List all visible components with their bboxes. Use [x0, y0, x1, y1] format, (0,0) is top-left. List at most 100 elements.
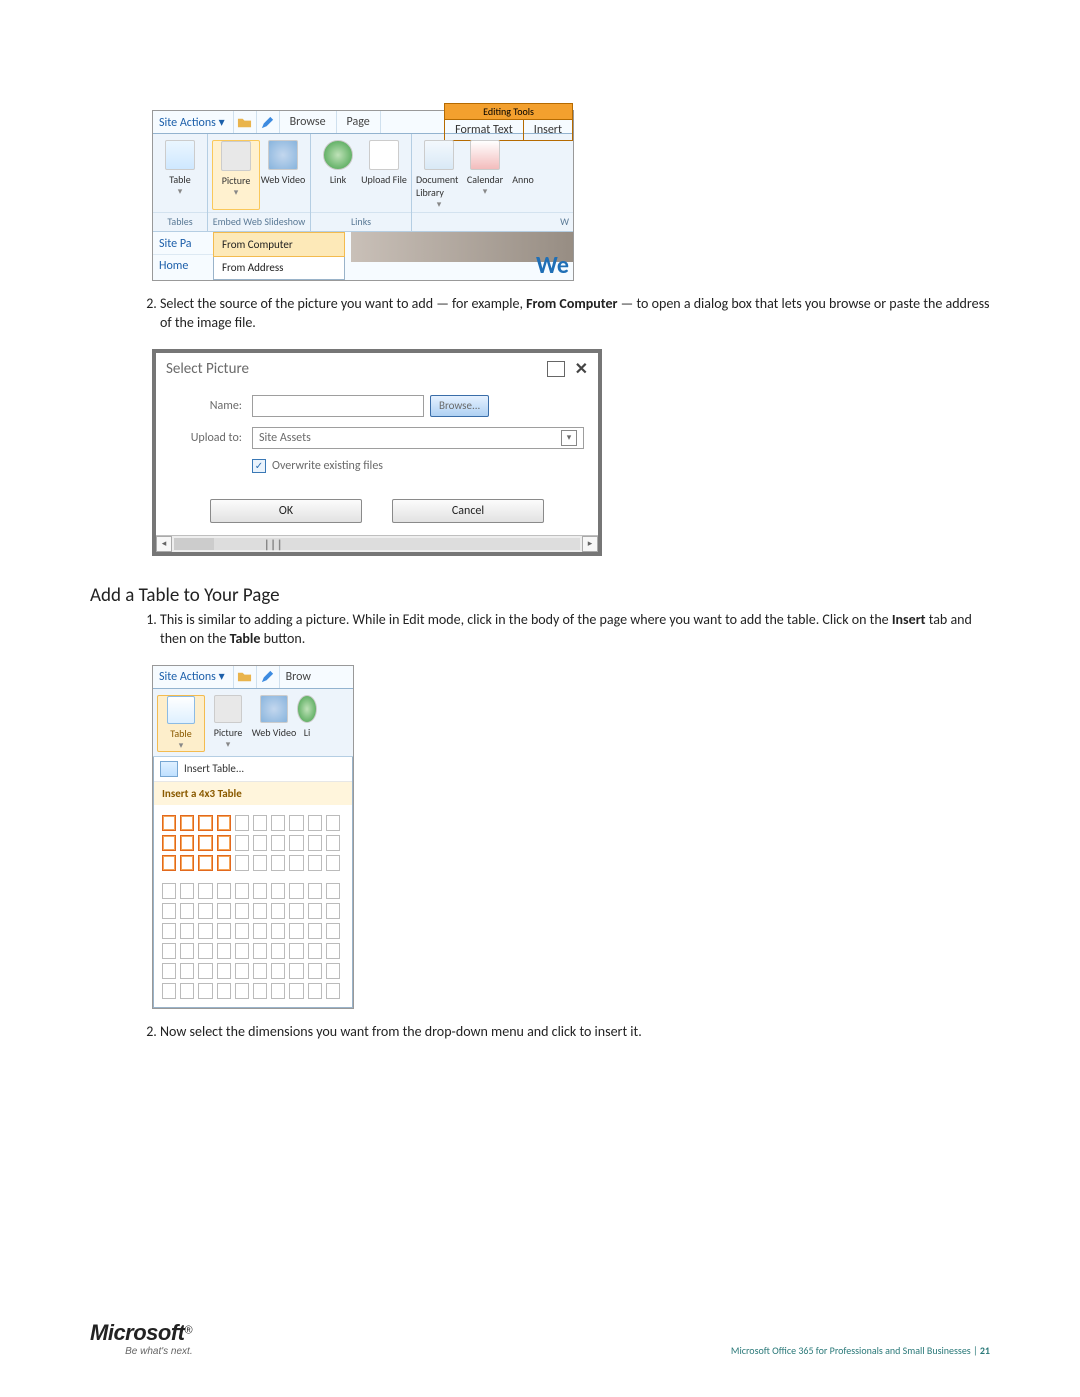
- grid-cell[interactable]: [308, 855, 322, 871]
- grid-cell[interactable]: [198, 963, 212, 979]
- horizontal-scrollbar[interactable]: ◂ ┃┃┃ ▸: [156, 535, 598, 552]
- grid-cell[interactable]: [235, 855, 249, 871]
- grid-cell[interactable]: [308, 883, 322, 899]
- grid-cell[interactable]: [217, 835, 231, 851]
- upload-to-select[interactable]: Site Assets ▾: [252, 427, 584, 449]
- grid-cell[interactable]: [162, 815, 176, 831]
- grid-cell[interactable]: [198, 835, 212, 851]
- scroll-left-icon[interactable]: ◂: [156, 536, 172, 552]
- grid-cell[interactable]: [235, 943, 249, 959]
- grid-cell[interactable]: [326, 943, 340, 959]
- grid-cell[interactable]: [253, 963, 267, 979]
- grid-cell[interactable]: [253, 943, 267, 959]
- grid-cell[interactable]: [180, 815, 194, 831]
- grid-cell[interactable]: [198, 815, 212, 831]
- grid-cell[interactable]: [253, 923, 267, 939]
- grid-cell[interactable]: [253, 855, 267, 871]
- menu-from-address[interactable]: From Address: [214, 256, 344, 279]
- grid-cell[interactable]: [289, 815, 303, 831]
- grid-cell[interactable]: [235, 883, 249, 899]
- grid-cell[interactable]: [162, 855, 176, 871]
- ok-button[interactable]: OK: [210, 499, 362, 523]
- grid-cell[interactable]: [326, 855, 340, 871]
- folder-icon[interactable]: [234, 111, 257, 133]
- grid-cell[interactable]: [308, 923, 322, 939]
- grid-cell[interactable]: [289, 983, 303, 999]
- overwrite-checkbox[interactable]: ✓: [252, 459, 266, 473]
- grid-cell[interactable]: [289, 963, 303, 979]
- grid-cell[interactable]: [217, 963, 231, 979]
- grid-cell[interactable]: [235, 835, 249, 851]
- grid-cell[interactable]: [326, 923, 340, 939]
- cancel-button[interactable]: Cancel: [392, 499, 544, 523]
- grid-cell[interactable]: [271, 815, 285, 831]
- grid-cell[interactable]: [217, 903, 231, 919]
- grid-cell[interactable]: [235, 815, 249, 831]
- grid-cell[interactable]: [289, 883, 303, 899]
- grid-cell[interactable]: [198, 855, 212, 871]
- tab-page[interactable]: Page: [337, 111, 381, 133]
- grid-cell[interactable]: [162, 883, 176, 899]
- calendar-button[interactable]: Calendar▾: [462, 140, 508, 210]
- document-library-button[interactable]: Document Library▾: [416, 140, 462, 210]
- insert-table-menu-item[interactable]: Insert Table...: [154, 757, 352, 782]
- grid-cell[interactable]: [289, 903, 303, 919]
- grid-cell[interactable]: [217, 983, 231, 999]
- grid-cell[interactable]: [198, 943, 212, 959]
- grid-cell[interactable]: [308, 983, 322, 999]
- close-icon[interactable]: ✕: [575, 359, 588, 379]
- grid-cell[interactable]: [271, 923, 285, 939]
- grid-cell[interactable]: [271, 835, 285, 851]
- tab-browse[interactable]: Browse: [280, 111, 337, 133]
- grid-cell[interactable]: [162, 963, 176, 979]
- picture-button[interactable]: Picture▾: [212, 140, 260, 210]
- tab-browse-2[interactable]: Brow: [280, 670, 317, 684]
- grid-cell[interactable]: [308, 963, 322, 979]
- grid-cell[interactable]: [162, 835, 176, 851]
- grid-cell[interactable]: [217, 855, 231, 871]
- grid-cell[interactable]: [198, 903, 212, 919]
- grid-cell[interactable]: [235, 983, 249, 999]
- grid-cell[interactable]: [289, 923, 303, 939]
- link-button-2[interactable]: Li: [297, 695, 317, 752]
- grid-cell[interactable]: [326, 983, 340, 999]
- grid-cell[interactable]: [253, 983, 267, 999]
- edit-icon[interactable]: [257, 666, 280, 688]
- grid-cell[interactable]: [217, 883, 231, 899]
- grid-cell[interactable]: [326, 903, 340, 919]
- grid-cell[interactable]: [235, 903, 249, 919]
- grid-cell[interactable]: [235, 923, 249, 939]
- grid-cell[interactable]: [180, 835, 194, 851]
- grid-cell[interactable]: [198, 923, 212, 939]
- grid-cell[interactable]: [180, 903, 194, 919]
- grid-cell[interactable]: [180, 963, 194, 979]
- grid-cell[interactable]: [326, 815, 340, 831]
- grid-cell[interactable]: [326, 963, 340, 979]
- grid-cell[interactable]: [289, 943, 303, 959]
- grid-cell[interactable]: [162, 923, 176, 939]
- grid-cell[interactable]: [253, 835, 267, 851]
- grid-cell[interactable]: [271, 963, 285, 979]
- maximize-icon[interactable]: [547, 361, 565, 377]
- edit-icon[interactable]: [257, 111, 280, 133]
- announcements-button[interactable]: Anno: [508, 140, 538, 210]
- grid-cell[interactable]: [308, 815, 322, 831]
- grid-cell[interactable]: [289, 855, 303, 871]
- link-button[interactable]: Link: [315, 140, 361, 210]
- grid-cell[interactable]: [289, 835, 303, 851]
- grid-cell[interactable]: [198, 983, 212, 999]
- table-size-grid[interactable]: [154, 805, 352, 1007]
- grid-cell[interactable]: [162, 943, 176, 959]
- grid-cell[interactable]: [235, 963, 249, 979]
- nav-site-pages[interactable]: Site Pa: [153, 232, 213, 254]
- grid-cell[interactable]: [308, 903, 322, 919]
- grid-cell[interactable]: [253, 815, 267, 831]
- grid-cell[interactable]: [180, 923, 194, 939]
- grid-cell[interactable]: [253, 903, 267, 919]
- grid-cell[interactable]: [180, 943, 194, 959]
- browse-button[interactable]: Browse...: [430, 395, 489, 417]
- folder-icon[interactable]: [234, 666, 257, 688]
- grid-cell[interactable]: [271, 855, 285, 871]
- table-button[interactable]: Table▾: [157, 140, 203, 210]
- site-actions-menu[interactable]: Site Actions ▾: [153, 111, 234, 133]
